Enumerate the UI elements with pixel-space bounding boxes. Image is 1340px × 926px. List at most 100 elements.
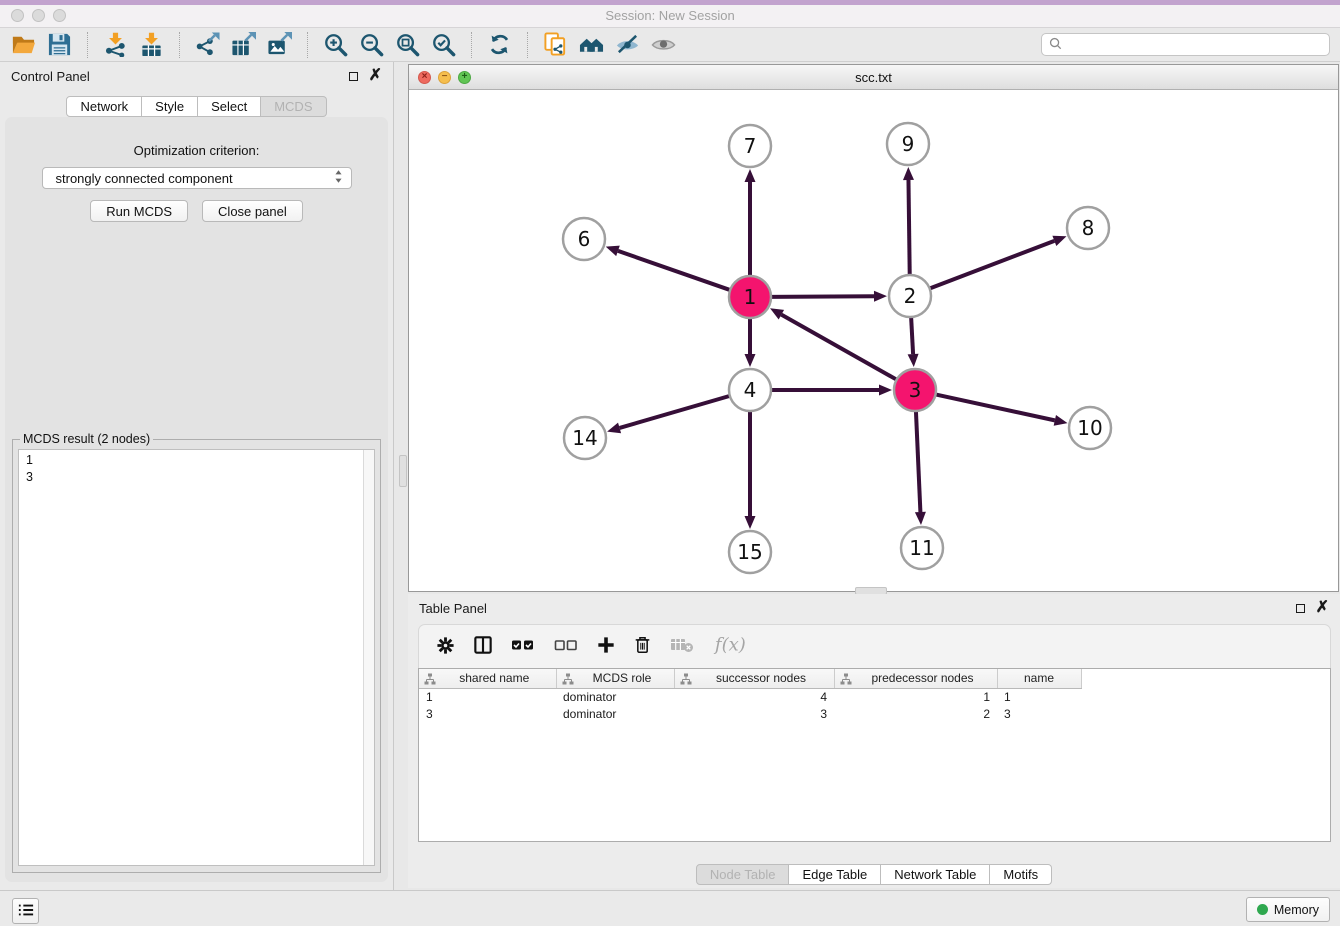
graph-node-6[interactable]: 6 xyxy=(563,218,605,260)
table-cell[interactable]: dominator xyxy=(556,688,674,705)
export-table-button[interactable] xyxy=(230,31,257,58)
table-cell[interactable]: dominator xyxy=(556,705,674,722)
open-file-button[interactable] xyxy=(10,31,37,58)
show-details-eye-button[interactable] xyxy=(650,31,677,58)
zoom-out-button[interactable] xyxy=(358,31,385,58)
graph-node-7[interactable]: 7 xyxy=(729,125,771,167)
criterion-select[interactable]: strongly connected component xyxy=(42,167,352,189)
network-canvas[interactable]: 1 2 3 4 6 7 8 9 10 11 14 15 xyxy=(409,90,1338,590)
save-session-button[interactable] xyxy=(46,31,73,58)
graph-edge-1-2[interactable] xyxy=(771,291,887,302)
table-cell[interactable]: 1 xyxy=(419,688,556,705)
graph-node-10[interactable]: 10 xyxy=(1069,407,1111,449)
table-tab-motifs[interactable]: Motifs xyxy=(990,864,1052,885)
graph-node-14[interactable]: 14 xyxy=(564,417,606,459)
graph-node-3[interactable]: 3 xyxy=(894,369,936,411)
close-network-button[interactable]: × xyxy=(418,71,431,84)
graph-node-9[interactable]: 9 xyxy=(887,123,929,165)
column-header-MCDS-role[interactable]: MCDS role xyxy=(556,669,674,688)
table-tab-network-table[interactable]: Network Table xyxy=(881,864,990,885)
table-tab-node-table[interactable]: Node Table xyxy=(696,864,790,885)
float-panel-icon[interactable] xyxy=(349,72,358,81)
node-table: shared name MCDS rolesuccessor nodes prede… xyxy=(418,668,1331,842)
select-all-button[interactable] xyxy=(511,638,535,655)
search-input[interactable] xyxy=(1067,38,1322,52)
table-cell[interactable]: 1 xyxy=(834,688,997,705)
export-image-button[interactable] xyxy=(266,31,293,58)
graph-node-4[interactable]: 4 xyxy=(729,369,771,411)
table-cell[interactable]: 3 xyxy=(674,705,834,722)
main-toolbar xyxy=(0,28,1340,62)
network-window-titlebar[interactable]: × − + scc.txt xyxy=(409,65,1338,90)
minimize-network-button[interactable]: − xyxy=(438,71,451,84)
graph-edge-1-7[interactable] xyxy=(745,169,756,276)
column-header-successor-nodes[interactable]: successor nodes xyxy=(674,669,834,688)
graph-edge-2-9[interactable] xyxy=(903,167,914,275)
hide-details-eye-icon xyxy=(615,32,640,57)
import-table-icon xyxy=(139,32,164,57)
tab-style[interactable]: Style xyxy=(142,96,198,117)
graph-edge-2-3[interactable] xyxy=(908,317,919,367)
tab-network[interactable]: Network xyxy=(66,96,142,117)
graph-edge-2-8[interactable] xyxy=(930,236,1067,289)
graph-edge-4-15[interactable] xyxy=(745,411,756,529)
graph-node-2[interactable]: 2 xyxy=(889,275,931,317)
import-network-button[interactable] xyxy=(102,31,129,58)
unselect-all-button[interactable] xyxy=(554,638,578,655)
svg-text:6: 6 xyxy=(578,227,591,251)
refresh-button[interactable] xyxy=(486,31,513,58)
graph-node-15[interactable]: 15 xyxy=(729,531,771,573)
column-label: predecessor nodes xyxy=(871,671,973,685)
mcds-result-textarea[interactable]: 13 xyxy=(18,449,375,866)
column-header-shared-name[interactable]: shared name xyxy=(419,669,556,688)
delete-table-icon xyxy=(670,637,694,656)
graph-edge-3-11[interactable] xyxy=(915,411,926,525)
columns-button[interactable] xyxy=(474,636,492,657)
table-cell[interactable]: 1 xyxy=(997,688,1081,705)
column-header-predecessor-nodes[interactable]: predecessor nodes xyxy=(834,669,997,688)
hide-details-eye-button[interactable] xyxy=(614,31,641,58)
home-icon xyxy=(579,32,604,57)
tab-mcds[interactable]: MCDS xyxy=(261,96,326,117)
run-mcds-button[interactable]: Run MCDS xyxy=(90,200,188,222)
copy-share-button[interactable] xyxy=(542,31,569,58)
add-row-button[interactable] xyxy=(597,636,615,657)
control-panel: Control Panel ✗ NetworkStyleSelectMCDS O… xyxy=(0,62,394,890)
graph-edge-1-6[interactable] xyxy=(606,246,730,290)
table-cell[interactable]: 3 xyxy=(997,705,1081,722)
column-header-name[interactable]: name xyxy=(997,669,1081,688)
graph-edge-3-10[interactable] xyxy=(936,394,1068,425)
result-scrollbar[interactable] xyxy=(363,450,374,865)
graph-node-8[interactable]: 8 xyxy=(1067,207,1109,249)
float-table-panel-icon[interactable] xyxy=(1296,604,1305,613)
table-cell[interactable]: 3 xyxy=(419,705,556,722)
close-panel-button[interactable]: Close panel xyxy=(202,200,303,222)
svg-text:9: 9 xyxy=(902,132,915,156)
tab-select[interactable]: Select xyxy=(198,96,261,117)
graph-node-11[interactable]: 11 xyxy=(901,527,943,569)
table-cell[interactable]: 4 xyxy=(674,688,834,705)
delete-row-button[interactable] xyxy=(634,635,651,658)
graph-node-1[interactable]: 1 xyxy=(729,276,771,318)
zoom-in-button[interactable] xyxy=(322,31,349,58)
columns-icon xyxy=(474,636,492,657)
table-cell[interactable]: 2 xyxy=(834,705,997,722)
vertical-splitter-handle[interactable] xyxy=(399,455,407,487)
memory-button[interactable]: Memory xyxy=(1246,897,1330,922)
task-history-button[interactable] xyxy=(12,898,39,924)
graph-edge-4-3[interactable] xyxy=(771,385,892,396)
gear-button[interactable] xyxy=(436,636,455,658)
zoom-fit-button[interactable] xyxy=(394,31,421,58)
graph-edge-3-1[interactable] xyxy=(770,308,897,379)
table-tab-edge-table[interactable]: Edge Table xyxy=(789,864,881,885)
graph-edge-4-14[interactable] xyxy=(607,396,730,433)
export-network-button[interactable] xyxy=(194,31,221,58)
home-button[interactable] xyxy=(578,31,605,58)
import-table-button[interactable] xyxy=(138,31,165,58)
zoom-selected-button[interactable] xyxy=(430,31,457,58)
close-panel-icon[interactable]: ✗ xyxy=(369,68,382,84)
close-table-panel-icon[interactable]: ✗ xyxy=(1316,600,1329,616)
graph-edge-1-4[interactable] xyxy=(745,318,756,367)
zoom-network-button[interactable]: + xyxy=(458,71,471,84)
column-label: shared name xyxy=(459,671,529,685)
